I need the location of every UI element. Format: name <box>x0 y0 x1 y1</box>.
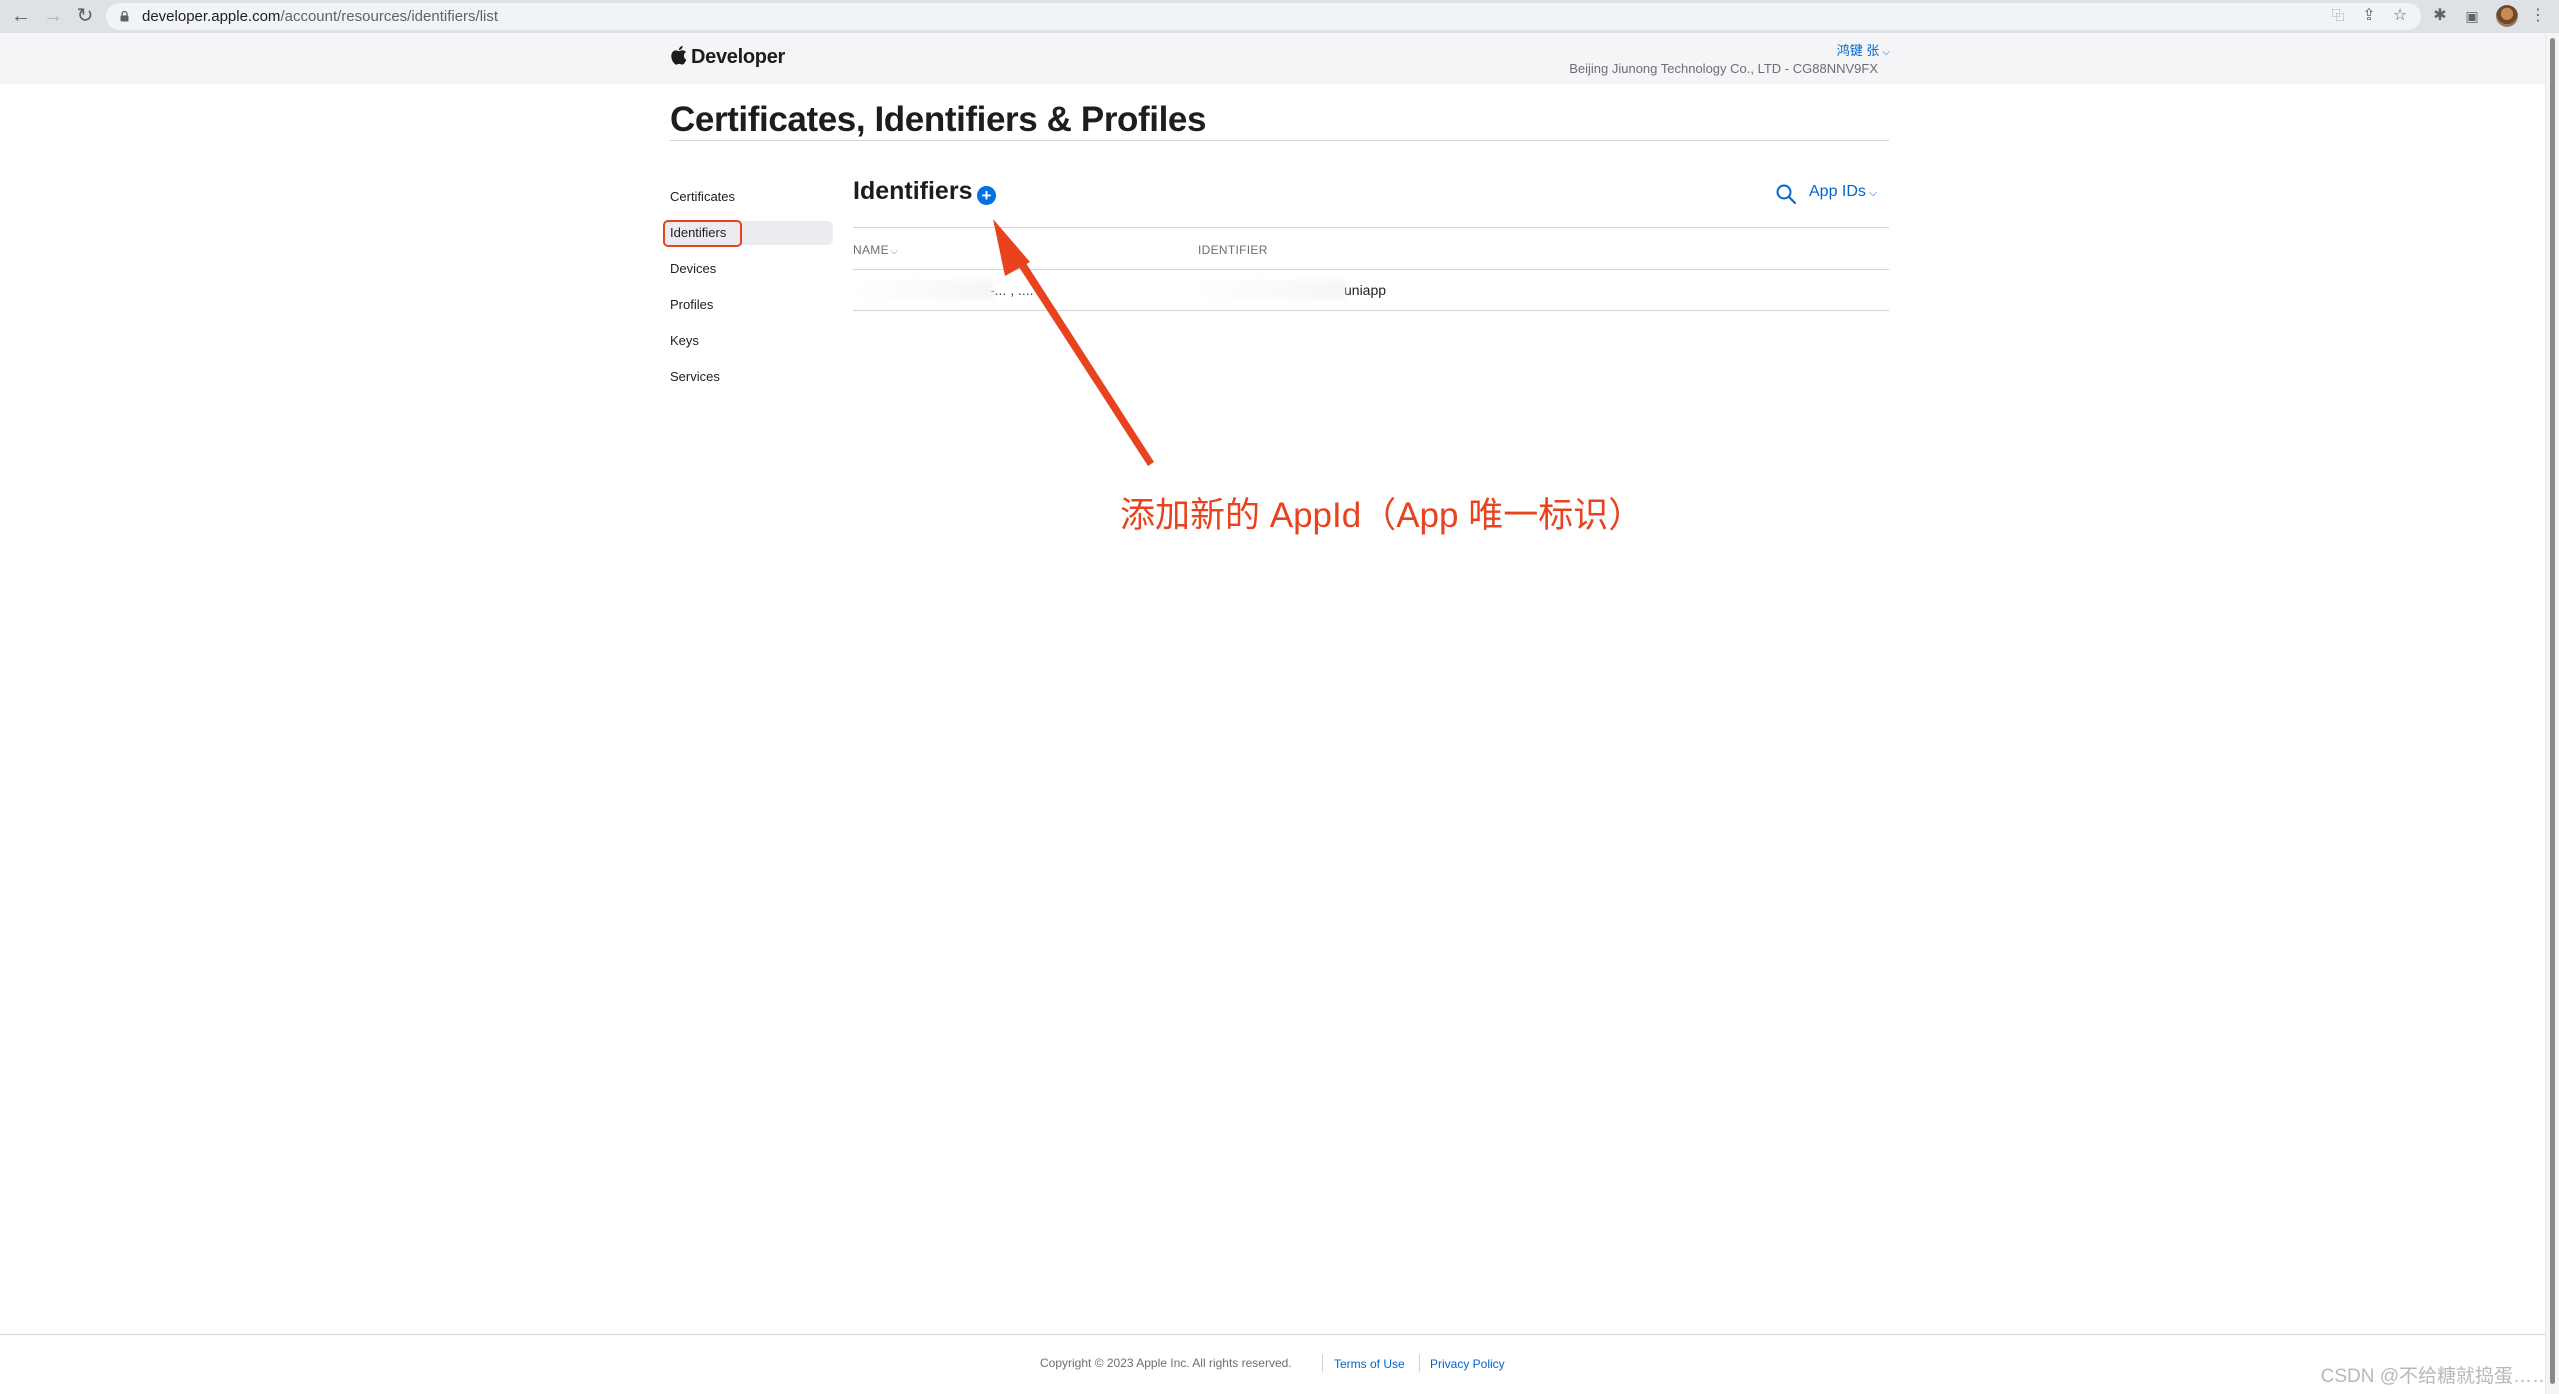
profile-avatar[interactable] <box>2496 5 2518 27</box>
search-icon[interactable] <box>1775 183 1797 205</box>
lock-icon <box>120 11 129 22</box>
forward-icon[interactable]: → <box>40 4 66 28</box>
row-identifier-cell: uniapp <box>1344 282 1387 298</box>
annotation-label: 添加新的 AppId（App 唯一标识） <box>1120 496 1644 535</box>
developer-brand[interactable]: Developer <box>691 46 785 69</box>
browser-toolbar: ← → ↻ developer.apple.com/account/resour… <box>0 0 2559 33</box>
annotation-arrow <box>993 219 1154 466</box>
reload-icon[interactable]: ↻ <box>72 4 98 28</box>
terms-of-use-link[interactable]: Terms of Use <box>1334 1357 1405 1371</box>
redacted-identifier-mask <box>1190 280 1345 300</box>
translate-icon[interactable]: ⿻ <box>2328 6 2348 26</box>
share-icon[interactable]: ⇪ <box>2359 6 2379 26</box>
url-path: /account/resources/identifiers/list <box>280 8 499 25</box>
footer-divider <box>0 1334 2545 1335</box>
footer-separator <box>1419 1354 1420 1372</box>
annotation-highlight-box <box>663 220 742 247</box>
row-name-cell: -... , .... <box>990 282 1034 298</box>
column-header-name[interactable]: NAME ⌵ <box>853 243 898 257</box>
table-top-divider <box>853 227 1889 228</box>
side-panel-icon[interactable]: ▣ <box>2462 6 2482 26</box>
copyright-text: Copyright © 2023 Apple Inc. All rights r… <box>1040 1356 1292 1370</box>
privacy-policy-link[interactable]: Privacy Policy <box>1430 1357 1505 1371</box>
user-menu[interactable]: 鸿键 张 ⌵ <box>1837 40 1890 59</box>
sort-chevron-icon: ⌵ <box>890 246 898 256</box>
bookmark-star-icon[interactable]: ☆ <box>2390 6 2410 26</box>
page-title: Certificates, Identifiers & Profiles <box>670 100 1207 139</box>
footer-separator <box>1322 1354 1323 1372</box>
address-bar[interactable]: developer.apple.com/account/resources/id… <box>106 3 2421 30</box>
sidebar-item-devices[interactable]: Devices <box>670 257 716 281</box>
plus-circle-icon: + <box>981 186 992 205</box>
table-header-divider <box>853 269 1889 270</box>
apple-logo-icon[interactable] <box>670 45 687 65</box>
team-name: Beijing Jiunong Technology Co., LTD - CG… <box>1569 61 1878 76</box>
add-identifier-button[interactable]: + <box>977 186 996 205</box>
column-header-identifier[interactable]: IDENTIFIER <box>1198 243 1268 257</box>
app-ids-filter[interactable]: App IDs ⌵ <box>1809 183 1877 201</box>
url-host: developer.apple.com <box>142 8 281 25</box>
filter-label: App IDs <box>1809 183 1866 200</box>
url-text: developer.apple.com/account/resources/id… <box>142 3 498 30</box>
table-row-divider <box>853 310 1889 311</box>
sidebar-item-certificates[interactable]: Certificates <box>670 185 735 209</box>
browser-menu-icon[interactable]: ⋮ <box>2528 6 2548 26</box>
back-icon[interactable]: ← <box>8 4 34 28</box>
sidebar-item-keys[interactable]: Keys <box>670 329 699 353</box>
extensions-icon[interactable]: ✱ <box>2430 6 2450 26</box>
column-header-name-label: NAME <box>853 243 889 257</box>
title-divider <box>670 140 1889 141</box>
sidebar-item-profiles[interactable]: Profiles <box>670 293 713 317</box>
developer-header <box>0 33 2545 84</box>
scrollbar-thumb[interactable] <box>2550 38 2555 1384</box>
csdn-watermark: CSDN @不给糖就捣蛋…… <box>2320 1366 2551 1387</box>
identifiers-heading: Identifiers <box>853 177 973 205</box>
chevron-down-icon: ⌵ <box>1868 187 1878 199</box>
sidebar-item-services[interactable]: Services <box>670 365 720 389</box>
redacted-name-mask <box>853 280 993 300</box>
user-name: 鸿键 张 <box>1836 43 1880 58</box>
chevron-down-icon: ⌵ <box>1882 47 1890 58</box>
